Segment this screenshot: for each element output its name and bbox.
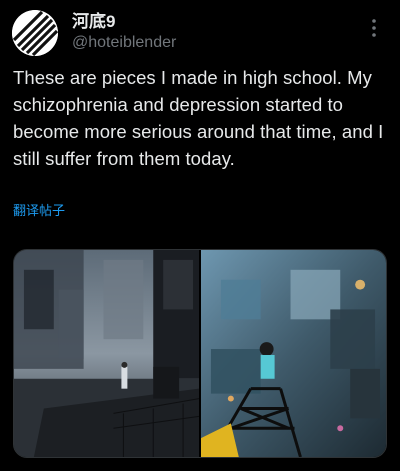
city-rooftop-artwork [14,250,199,457]
user-handle[interactable]: @hoteiblender [72,33,176,53]
post-header: 河底9 @hoteiblender [12,10,388,58]
media-gallery [13,249,387,458]
display-name[interactable]: 河底9 [72,12,115,32]
avatar-stripes-icon [12,10,58,56]
more-vertical-icon [372,19,376,37]
translate-post-link[interactable]: 翻译帖子 [13,202,65,220]
tower-city-artwork [201,250,386,457]
media-image-1[interactable] [14,250,199,457]
post-text: These are pieces I made in high school. … [13,67,384,169]
media-image-2[interactable] [201,250,386,457]
avatar[interactable] [12,10,58,56]
more-options-button[interactable] [364,14,384,42]
